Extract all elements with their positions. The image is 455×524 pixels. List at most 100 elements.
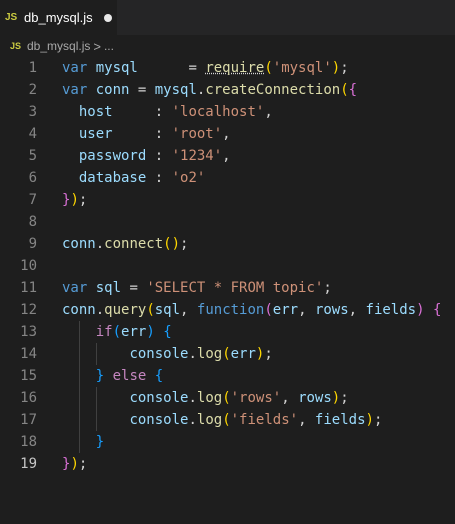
code-line[interactable]: 9 conn.connect(); [0,233,455,255]
breadcrumb-file[interactable]: db_mysql.js [27,39,90,53]
code-line[interactable]: 3 host : 'localhost', [0,101,455,123]
line-number: 19 [20,456,37,472]
code-token: err [272,302,299,318]
code-token: , [264,104,273,120]
code-token: ( [222,412,231,428]
code-line[interactable]: 17 console.log('fields', fields); [0,409,455,431]
line-number: 18 [20,434,37,450]
code-text: var mysql = require('mysql'); [62,57,349,79]
code-token: rows [314,302,349,318]
indent-guide [96,343,97,365]
code-token: log [196,346,223,362]
code-token: , [222,148,231,164]
code-token: : [146,148,172,164]
code-token: ; [78,456,88,472]
code-line[interactable]: 2 var conn = mysql.createConnection({ [0,79,455,101]
tab-bar: JS db_mysql.js [0,0,455,35]
code-token: , [348,302,366,318]
code-token: : [112,126,172,142]
code-line[interactable]: 16 console.log('rows', rows); [0,387,455,409]
code-token: 'SELECT * FROM topic' [146,280,324,296]
code-text: }); [62,189,87,211]
line-number: 9 [28,236,37,252]
code-token: mysql [154,82,197,98]
code-line[interactable]: 5 password : '1234', [0,145,455,167]
code-text: var conn = mysql.createConnection({ [62,79,357,101]
code-token: err [121,324,147,340]
line-number: 2 [28,82,37,98]
code-token: if [95,324,113,340]
code-text: } [62,431,104,453]
code-token: ) [70,192,79,208]
code-token: var [62,60,96,76]
code-token: ; [340,390,349,406]
code-line[interactable]: 8 [0,211,455,233]
code-token: mysql [95,60,138,76]
code-line[interactable]: 4 user : 'root', [0,123,455,145]
line-number: 15 [20,368,37,384]
code-line[interactable]: 15 } else { [0,365,455,387]
code-token: } [95,434,105,450]
code-token: ; [373,412,383,428]
code-token: conn [95,82,130,98]
code-token: ) [331,390,341,406]
code-line[interactable]: 19}); [0,453,455,475]
code-editor[interactable]: 1 var mysql = require('mysql'); 2 var conn … [0,57,455,475]
code-token: = [121,280,147,296]
code-token: . [95,302,105,318]
indent-guide [79,321,80,343]
code-token: { [432,302,442,318]
code-line[interactable]: 7}); [0,189,455,211]
code-token: 'root' [171,126,223,142]
indent-guide [79,343,80,365]
code-token: 'o2' [171,170,206,186]
breadcrumb-more[interactable]: ... [104,39,114,53]
breadcrumb: JS db_mysql.js > ... [0,35,455,57]
code-line[interactable]: 14 console.log(err); [0,343,455,365]
indent-guide [79,431,80,453]
code-token: password [78,148,147,164]
code-token: 'rows' [230,390,282,406]
code-text: host : 'localhost', [62,101,273,123]
code-token: : [112,104,172,120]
code-line[interactable]: 6 database : 'o2' [0,167,455,189]
code-token: () [163,236,181,252]
code-token: host [78,104,113,120]
code-token: , [298,302,315,318]
code-token: = [129,82,155,98]
code-token: ; [340,60,349,76]
code-line[interactable]: 10 [0,255,455,277]
code-token: function [196,302,265,318]
indent-guide [79,387,80,409]
code-token: ) [416,302,425,318]
tab-db-mysql[interactable]: JS db_mysql.js [0,0,118,35]
code-line[interactable]: 11 var sql = 'SELECT * FROM topic'; [0,277,455,299]
javascript-file-icon: JS [5,12,18,23]
code-token: ( [264,60,273,76]
code-token: { [348,82,358,98]
code-line[interactable]: 1 var mysql = require('mysql'); [0,57,455,79]
line-number: 16 [20,390,37,406]
code-token: . [95,236,105,252]
code-token: log [196,412,223,428]
code-token: sql [154,302,181,318]
line-number: 10 [20,258,37,274]
code-token: . [188,346,197,362]
code-token: = [137,60,206,76]
code-token: ) [331,60,341,76]
code-token: console [129,390,189,406]
code-text: conn.query(sql, function(err, rows, fiel… [62,299,441,321]
indent-guide [96,409,97,431]
code-line[interactable]: 13 if(err) { [0,321,455,343]
code-token: ( [222,390,231,406]
code-token: { [163,324,172,340]
code-token: console [129,346,189,362]
line-number: 8 [28,214,37,230]
code-text: console.log('fields', fields); [62,409,382,431]
unsaved-dot-icon[interactable] [103,13,112,22]
code-token: var [62,280,96,296]
code-line[interactable]: 12 conn.query(sql, function(err, rows, fi… [0,299,455,321]
code-line[interactable]: 18 } [0,431,455,453]
